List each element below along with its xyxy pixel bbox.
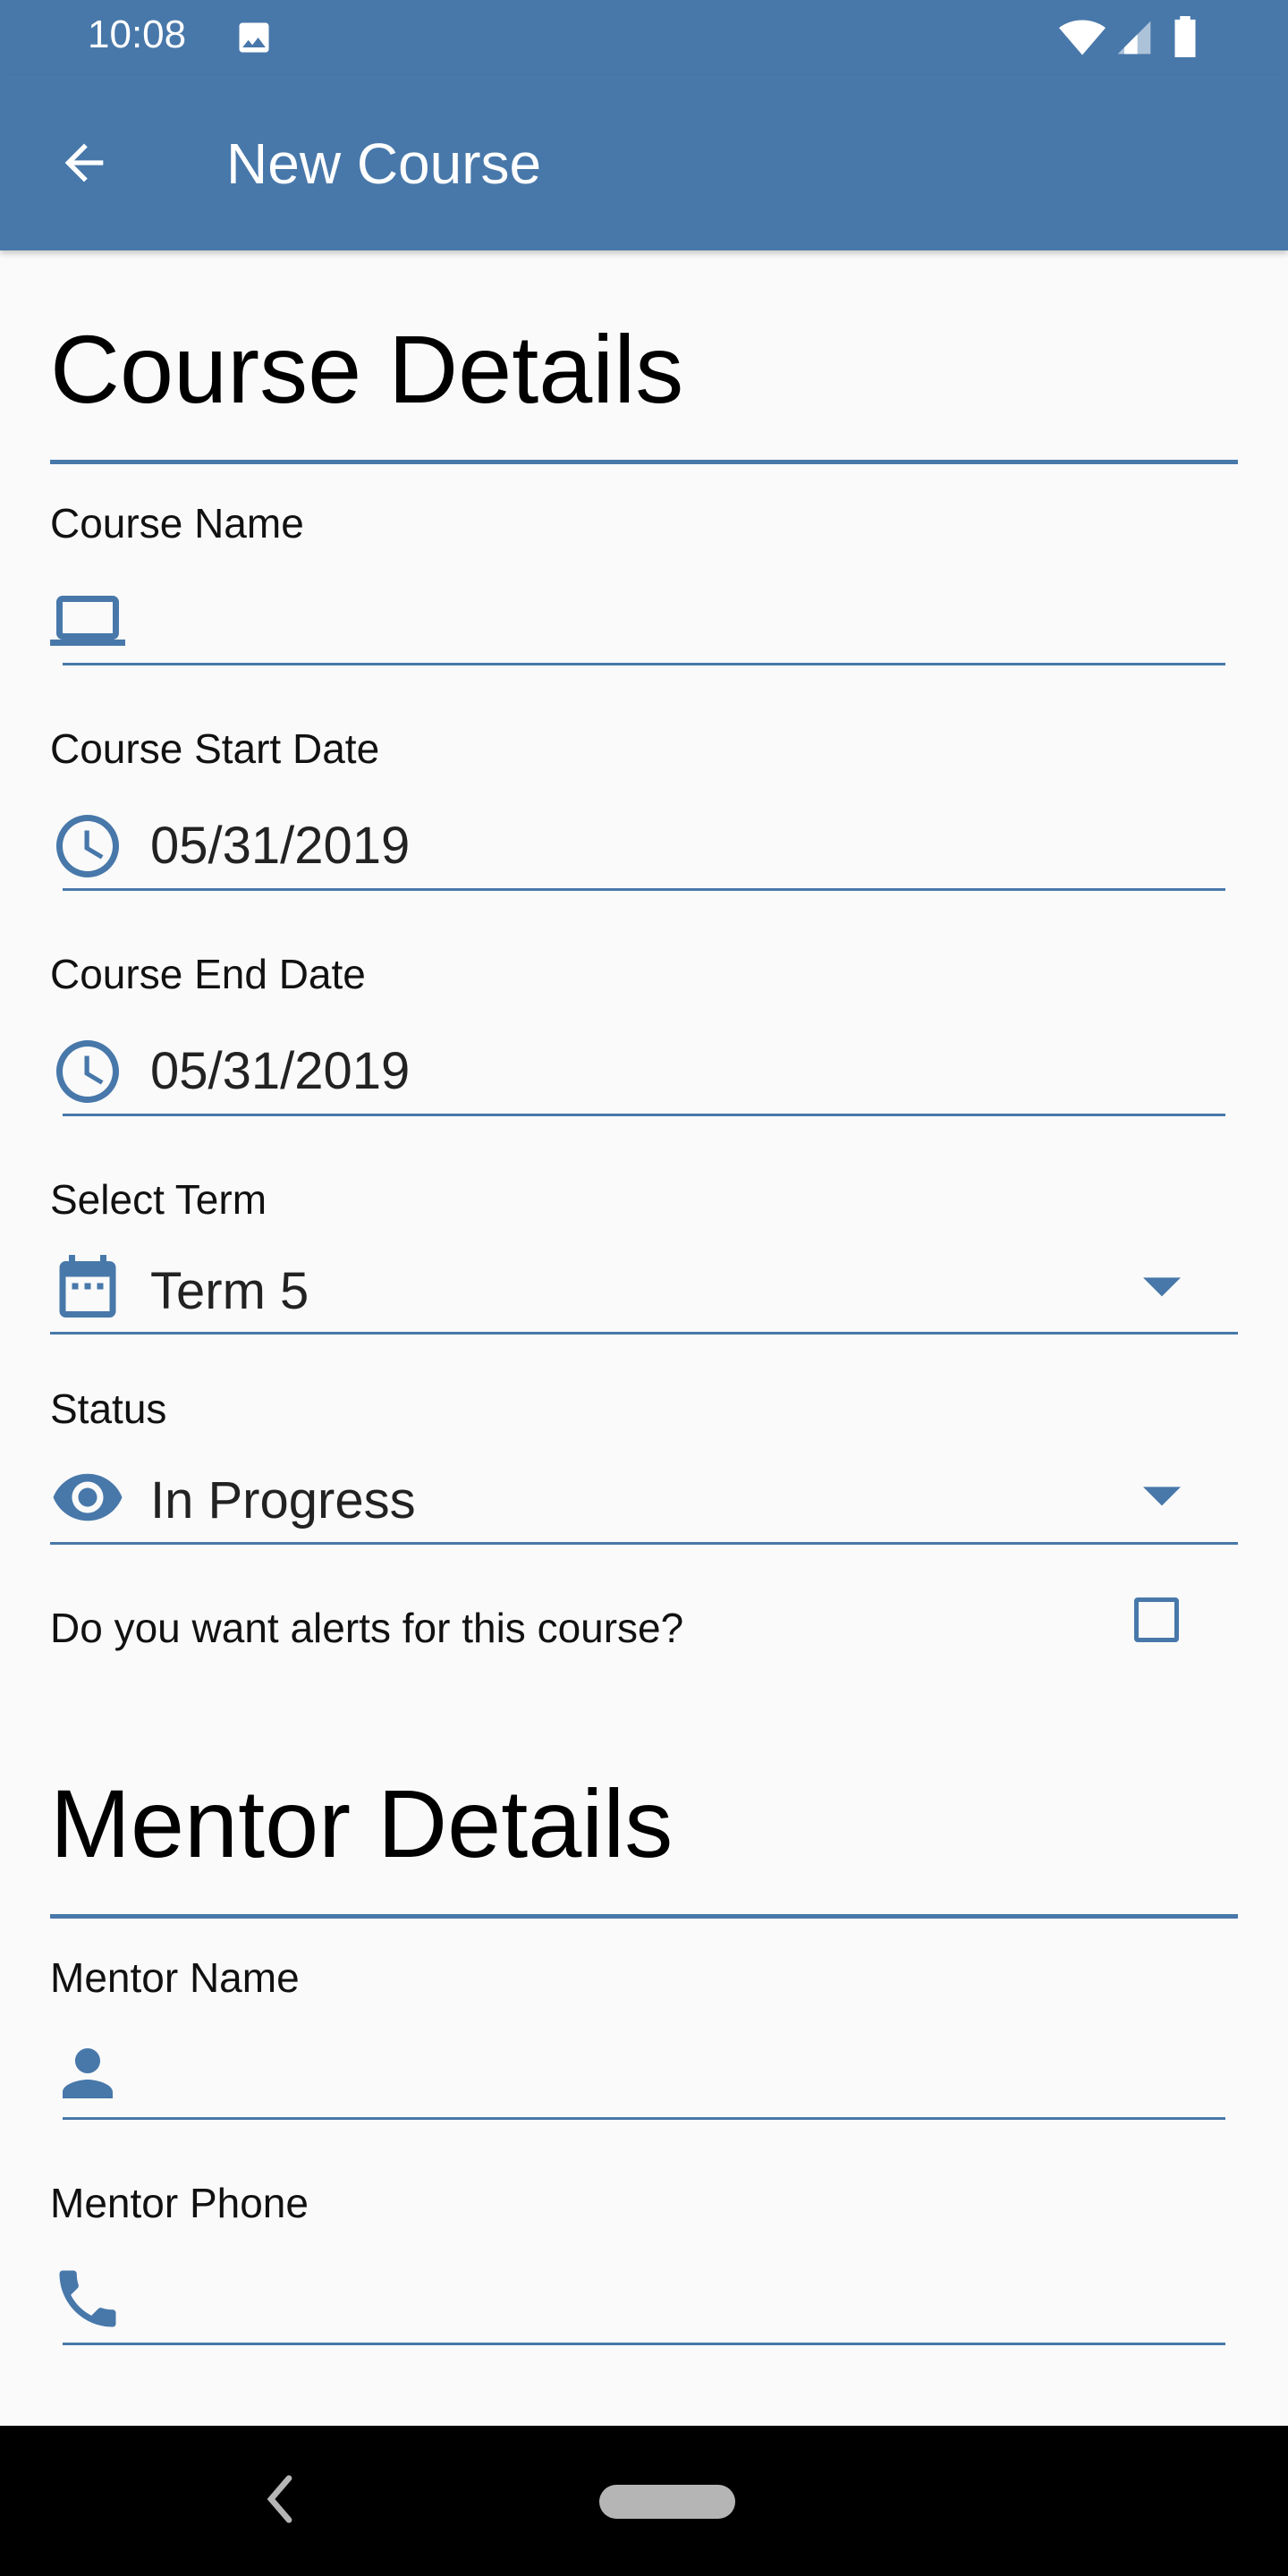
alerts-label: Do you want alerts for this course? bbox=[50, 1605, 684, 1651]
nav-back-icon[interactable] bbox=[265, 2472, 295, 2530]
wifi-icon bbox=[1059, 18, 1106, 62]
mentor-details-heading: Mentor Details bbox=[50, 1769, 674, 1877]
end-date-underline bbox=[63, 1114, 1225, 1116]
term-select-value[interactable]: Term 5 bbox=[150, 1261, 309, 1321]
clock-icon bbox=[50, 1034, 125, 1114]
image-notification-icon bbox=[234, 18, 274, 62]
alerts-checkbox[interactable] bbox=[1134, 1597, 1179, 1642]
clock-icon bbox=[50, 809, 125, 888]
status-bar: 10:08 bbox=[0, 0, 1288, 75]
start-date-underline bbox=[63, 888, 1225, 891]
course-details-divider bbox=[50, 460, 1238, 464]
status-label: Status bbox=[50, 1385, 167, 1432]
status-time: 10:08 bbox=[88, 13, 187, 56]
mentor-phone-underline bbox=[63, 2343, 1225, 2345]
status-select-underline bbox=[50, 1542, 1238, 1545]
mentor-details-divider bbox=[50, 1914, 1238, 1919]
back-arrow-icon[interactable] bbox=[55, 134, 113, 196]
course-details-heading: Course Details bbox=[50, 315, 684, 423]
status-select-value[interactable]: In Progress bbox=[150, 1470, 416, 1530]
start-date-label: Course Start Date bbox=[50, 725, 380, 772]
phone-icon bbox=[50, 2261, 125, 2341]
start-date-input[interactable]: 05/31/2019 bbox=[150, 816, 410, 876]
dropdown-arrow-icon[interactable] bbox=[1143, 1485, 1181, 1516]
calendar-icon bbox=[50, 1249, 125, 1328]
course-name-label: Course Name bbox=[50, 500, 304, 547]
end-date-label: Course End Date bbox=[50, 951, 366, 997]
cellular-signal-icon bbox=[1114, 18, 1154, 62]
battery-icon bbox=[1172, 16, 1199, 62]
laptop-icon bbox=[50, 583, 125, 663]
app-bar-title: New Course bbox=[226, 131, 542, 196]
mentor-name-underline bbox=[63, 2117, 1225, 2120]
mentor-name-label: Mentor Name bbox=[50, 1954, 300, 2001]
select-term-label: Select Term bbox=[50, 1176, 267, 1223]
term-select-underline bbox=[50, 1332, 1238, 1335]
end-date-input[interactable]: 05/31/2019 bbox=[150, 1041, 410, 1101]
nav-home-pill[interactable] bbox=[599, 2485, 735, 2519]
mentor-phone-label: Mentor Phone bbox=[50, 2180, 309, 2226]
course-name-underline bbox=[63, 663, 1225, 665]
app-bar: New Course bbox=[0, 75, 1288, 250]
dropdown-arrow-icon[interactable] bbox=[1143, 1275, 1181, 1307]
system-navigation-bar bbox=[0, 2426, 1288, 2576]
person-icon bbox=[50, 2036, 125, 2115]
eye-icon bbox=[50, 1460, 125, 1539]
